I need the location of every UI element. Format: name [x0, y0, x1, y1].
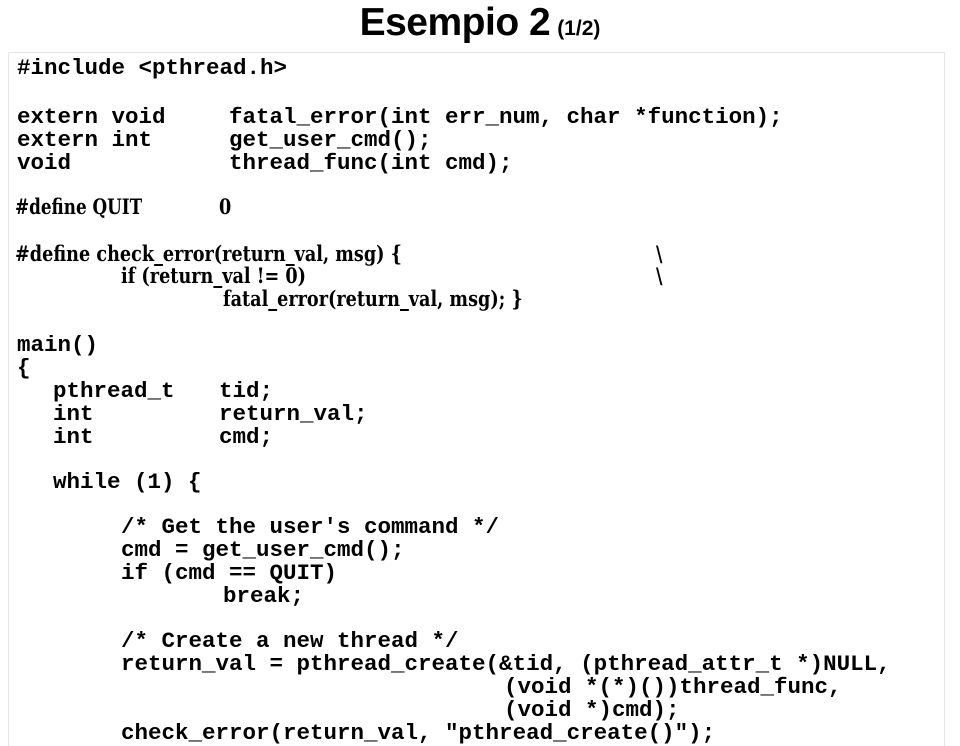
page-title-main: Esempio 2 — [359, 1, 551, 44]
code-line: \ — [656, 263, 663, 288]
code-line: int — [53, 424, 94, 450]
page-title-subtitle: (1/2) — [557, 17, 601, 40]
page-title: Esempio 2 (1/2) — [0, 0, 960, 46]
code-line: void — [17, 150, 72, 176]
code-line: break; — [223, 583, 305, 609]
code-line: while (1) { — [53, 469, 202, 495]
code-line: thread_func(int cmd); — [229, 150, 513, 176]
code-line: fatal_error(return_val, msg); } — [223, 286, 523, 311]
code-line: cmd; — [219, 424, 274, 450]
code-line: #define QUIT — [15, 194, 143, 219]
code-line: check_error(return_val, "pthread_create(… — [121, 720, 716, 746]
code-line: 0 — [219, 194, 232, 219]
code-line: if (return_val != 0) — [121, 263, 307, 288]
code-block-panel: #include <pthread.h> extern void fatal_err… — [8, 52, 945, 746]
code-line: #include <pthread.h> — [17, 55, 288, 81]
code-line: { — [17, 355, 31, 381]
